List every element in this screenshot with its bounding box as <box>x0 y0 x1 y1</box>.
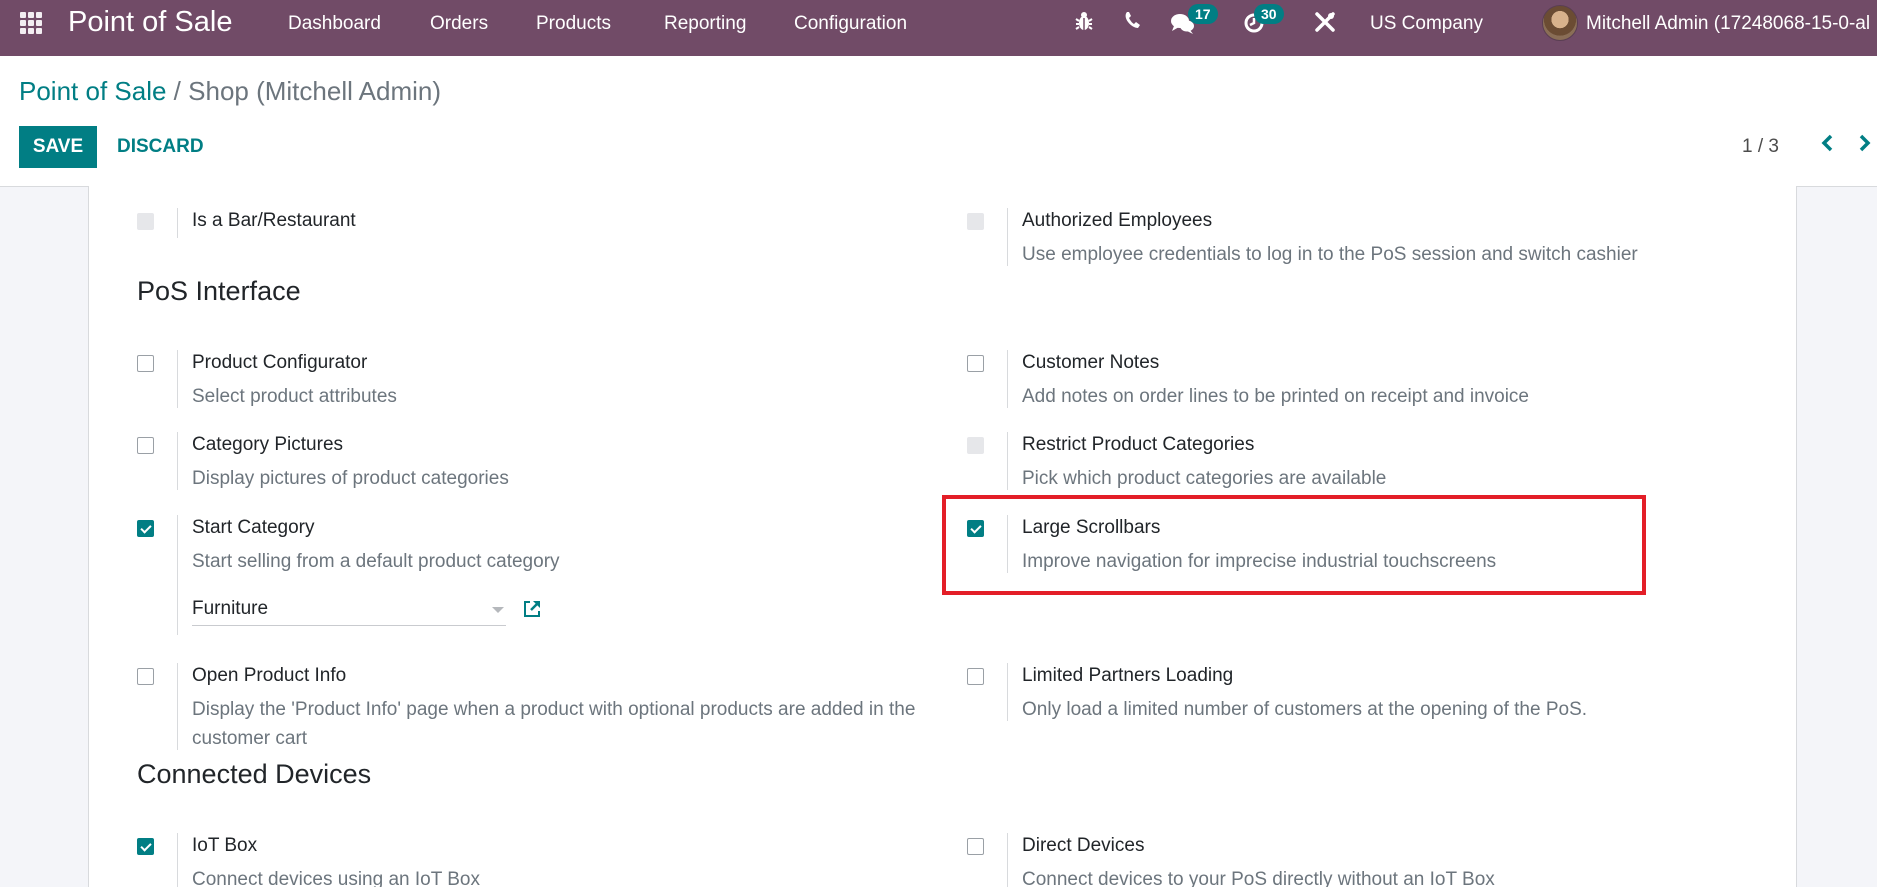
breadcrumb-separator: / <box>173 76 181 106</box>
setting-title: Customer Notes <box>1022 352 1160 373</box>
setting-description: Add notes on order lines to be printed o… <box>1022 386 1529 407</box>
divider <box>1007 350 1008 408</box>
setting-title: Product Configurator <box>192 352 368 373</box>
divider <box>177 663 178 750</box>
pager-value[interactable]: 1 / 3 <box>1742 136 1779 158</box>
activities-count-badge: 30 <box>1254 4 1284 24</box>
phone-icon[interactable] <box>1124 10 1142 36</box>
pager-next-button[interactable] <box>1858 132 1872 160</box>
divider <box>177 515 178 635</box>
divider <box>177 208 178 238</box>
setting-description: Pick which product categories are availa… <box>1022 468 1387 489</box>
setting-description: Select product attributes <box>192 386 397 407</box>
divider <box>177 833 178 887</box>
setting-description: Display the 'Product Info' page when a p… <box>192 699 916 749</box>
start-category-value: Furniture <box>192 598 269 619</box>
setting-title: Large Scrollbars <box>1022 517 1161 538</box>
menu-configuration[interactable]: Configuration <box>794 13 907 35</box>
divider <box>1007 515 1008 573</box>
setting-title: Direct Devices <box>1022 835 1145 856</box>
product-configurator-checkbox[interactable] <box>137 355 154 372</box>
setting-description: Start selling from a default product cat… <box>192 551 560 572</box>
large-scrollbars-checkbox[interactable] <box>967 520 984 537</box>
setting-title: IoT Box <box>192 835 258 856</box>
apps-menu-icon[interactable] <box>20 12 46 34</box>
setting-title: Start Category <box>192 517 315 538</box>
authorized-employees-checkbox[interactable] <box>967 213 984 230</box>
pager-previous-button[interactable] <box>1820 132 1834 160</box>
messages-count-badge: 17 <box>1188 4 1218 24</box>
setting-title: Authorized Employees <box>1022 210 1213 231</box>
menu-products[interactable]: Products <box>536 13 611 35</box>
setting-description: Use employee credentials to log in to th… <box>1022 244 1638 265</box>
breadcrumb-current: Shop (Mitchell Admin) <box>188 76 442 106</box>
company-switcher[interactable]: US Company <box>1370 13 1483 35</box>
chevron-left-icon <box>1821 134 1833 152</box>
setting-description: Connect devices to your PoS directly wit… <box>1022 869 1495 887</box>
save-button[interactable]: SAVE <box>19 126 97 168</box>
top-navbar: Point of Sale Dashboard Orders Products … <box>0 0 1877 56</box>
settings-tools-icon[interactable] <box>1314 11 1336 39</box>
breadcrumb: Point of Sale / Shop (Mitchell Admin) <box>19 76 441 107</box>
menu-orders[interactable]: Orders <box>430 13 488 35</box>
setting-title: Is a Bar/Restaurant <box>192 210 356 231</box>
user-menu[interactable]: Mitchell Admin (17248068-15-0-al <box>1586 13 1870 35</box>
setting-description: Improve navigation for imprecise industr… <box>1022 551 1497 572</box>
external-link-icon[interactable] <box>521 598 543 620</box>
setting-description: Connect devices using an IoT Box <box>192 869 480 887</box>
app-name[interactable]: Point of Sale <box>68 6 232 39</box>
divider <box>177 432 178 490</box>
setting-title: Limited Partners Loading <box>1022 665 1234 686</box>
start-category-checkbox[interactable] <box>137 520 154 537</box>
discard-button[interactable]: DISCARD <box>107 126 214 168</box>
divider <box>1007 833 1008 887</box>
iot-box-checkbox[interactable] <box>137 838 154 855</box>
setting-description: Display pictures of product categories <box>192 468 509 489</box>
restrict-categories-checkbox[interactable] <box>967 437 984 454</box>
start-category-select[interactable]: Furniture <box>192 596 506 626</box>
caret-down-icon <box>492 607 504 613</box>
divider <box>1007 663 1008 721</box>
breadcrumb-parent-link[interactable]: Point of Sale <box>19 76 166 106</box>
setting-title: Restrict Product Categories <box>1022 434 1255 455</box>
user-avatar[interactable] <box>1542 5 1578 41</box>
bar-restaurant-checkbox[interactable] <box>137 213 154 230</box>
setting-title: Open Product Info <box>192 665 347 686</box>
divider <box>1007 208 1008 266</box>
divider <box>177 350 178 408</box>
setting-title: Category Pictures <box>192 434 344 455</box>
menu-reporting[interactable]: Reporting <box>664 13 746 35</box>
section-title-pos-interface: PoS Interface <box>137 276 301 306</box>
category-pictures-checkbox[interactable] <box>137 437 154 454</box>
open-product-info-checkbox[interactable] <box>137 668 154 685</box>
chevron-right-icon <box>1859 134 1871 152</box>
setting-description: Only load a limited number of customers … <box>1022 699 1588 720</box>
customer-notes-checkbox[interactable] <box>967 355 984 372</box>
direct-devices-checkbox[interactable] <box>967 838 984 855</box>
section-title-connected-devices: Connected Devices <box>137 759 372 789</box>
limited-partners-checkbox[interactable] <box>967 668 984 685</box>
debug-bug-icon[interactable] <box>1074 10 1094 38</box>
divider <box>1007 432 1008 490</box>
menu-dashboard[interactable]: Dashboard <box>288 13 381 35</box>
